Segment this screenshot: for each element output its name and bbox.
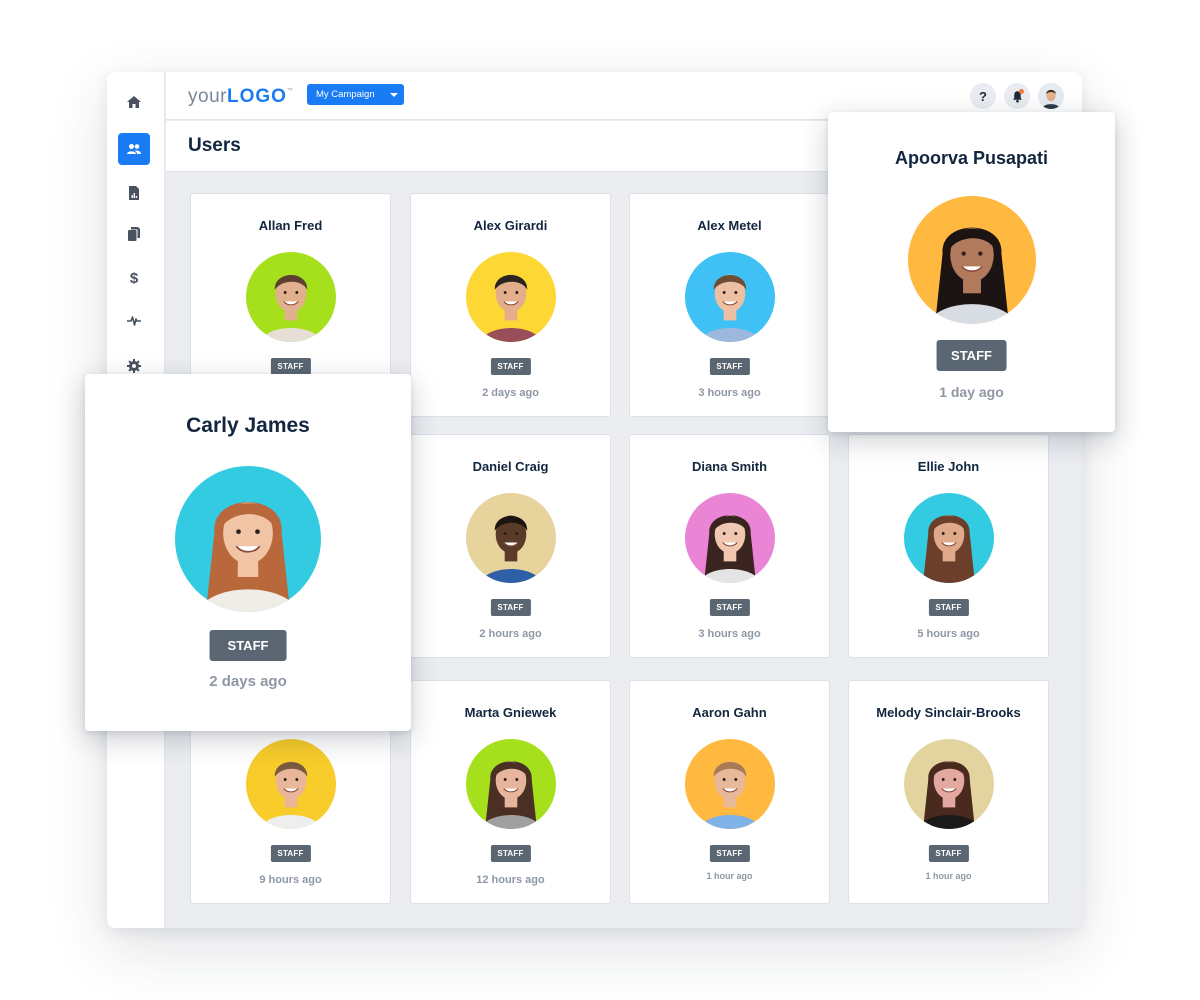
- role-badge: STAFF: [270, 358, 311, 375]
- user-avatar: [245, 739, 336, 829]
- role-badge: STAFF: [270, 845, 311, 862]
- sidebar-item-home[interactable]: [118, 86, 150, 118]
- user-name: Carly James: [186, 414, 310, 437]
- user-name: Alex Metel: [697, 218, 762, 233]
- portrait: [245, 252, 336, 342]
- user-card[interactable]: Daniel Craig STAFF 2 hours ago: [410, 434, 611, 658]
- role-badge: STAFF: [936, 340, 1007, 371]
- last-seen: 1 day ago: [939, 384, 1004, 400]
- role-badge: STAFF: [928, 845, 969, 862]
- svg-text:$: $: [130, 270, 139, 285]
- portrait: [175, 466, 321, 612]
- user-avatar: [684, 739, 775, 829]
- user-avatar: [465, 739, 556, 829]
- dollar-icon: $: [130, 270, 139, 285]
- user-card[interactable]: Ellie John STAFF 5 hours ago: [848, 434, 1049, 658]
- role-badge: STAFF: [490, 599, 531, 616]
- last-seen: 9 hours ago: [259, 874, 322, 886]
- sidebar-item-documents[interactable]: [118, 218, 150, 250]
- gear-icon: [127, 359, 141, 373]
- campaign-select[interactable]: My Campaign: [307, 84, 404, 105]
- portrait: [465, 252, 556, 342]
- chevron-down-icon: [390, 93, 398, 97]
- user-card[interactable]: Diana Smith STAFF 3 hours ago: [629, 434, 830, 658]
- user-avatar: [684, 493, 775, 583]
- user-name: Allan Fred: [258, 218, 323, 233]
- portrait: [907, 196, 1036, 324]
- page-title: Users: [188, 135, 241, 156]
- user-name: Apoorva Pusapati: [894, 148, 1049, 168]
- last-seen: 1 hour ago: [925, 871, 972, 881]
- user-avatar: [465, 252, 556, 342]
- portrait: [684, 493, 775, 583]
- role-badge: STAFF: [928, 599, 969, 616]
- user-name: Daniel Craig: [472, 459, 549, 474]
- role-badge: STAFF: [709, 845, 750, 862]
- portrait: [684, 252, 775, 342]
- logo[interactable]: yourLOGO™: [188, 86, 293, 108]
- last-seen: 3 hours ago: [698, 628, 761, 640]
- role-badge: STAFF: [709, 358, 750, 375]
- user-name: Ellie John: [917, 459, 980, 474]
- last-seen: 5 hours ago: [917, 628, 980, 640]
- user-card[interactable]: Marta Gniewek STAFF 12 hours ago: [410, 680, 611, 904]
- user-card[interactable]: Aaron Gahn STAFF 1 hour ago: [629, 680, 830, 904]
- portrait: [465, 739, 556, 829]
- last-seen: 1 hour ago: [706, 871, 753, 881]
- role-badge: STAFF: [490, 845, 531, 862]
- portrait: [684, 739, 775, 829]
- sidebar-item-reports[interactable]: [118, 177, 150, 209]
- user-avatar-button[interactable]: [1038, 83, 1064, 109]
- portrait: [903, 493, 994, 583]
- notification-dot: [1019, 89, 1024, 94]
- user-name: Aaron Gahn: [692, 705, 767, 720]
- user-avatar: [903, 493, 994, 583]
- home-icon: [127, 96, 141, 108]
- logo-trademark: ™: [286, 88, 294, 94]
- sidebar-item-activity[interactable]: [118, 304, 150, 336]
- user-avatar: [903, 739, 994, 829]
- user-avatar: [175, 466, 321, 612]
- sidebar-item-users[interactable]: [118, 133, 150, 165]
- question-icon: ?: [979, 88, 987, 104]
- user-name: Diana Smith: [691, 459, 768, 474]
- last-seen: 3 hours ago: [698, 387, 761, 399]
- last-seen: 2 days ago: [482, 387, 539, 399]
- portrait: [465, 493, 556, 583]
- sidebar-item-billing[interactable]: $: [118, 261, 150, 293]
- portrait: [245, 739, 336, 829]
- copy-documents-icon: [128, 227, 140, 241]
- user-card[interactable]: Alex Girardi STAFF 2 days ago: [410, 193, 611, 417]
- pulse-icon: [127, 316, 141, 326]
- role-badge: STAFF: [490, 358, 531, 375]
- user-avatar: [907, 196, 1036, 324]
- user-card-popup-carly[interactable]: Carly James STAFF 2 days ago: [85, 374, 411, 731]
- role-badge: STAFF: [209, 630, 287, 661]
- campaign-select-value: My Campaign: [316, 89, 375, 100]
- user-card-popup-apoorva[interactable]: Apoorva Pusapati STAFF 1 day ago: [828, 112, 1115, 432]
- last-seen: 2 hours ago: [479, 628, 542, 640]
- logo-brand: LOGO: [226, 86, 287, 107]
- user-name: Alex Girardi: [473, 218, 548, 233]
- help-button[interactable]: ?: [970, 83, 996, 109]
- last-seen: 2 days ago: [209, 673, 287, 690]
- user-card[interactable]: Melody Sinclair-Brooks STAFF 1 hour ago: [848, 680, 1049, 904]
- logo-prefix: your: [188, 86, 227, 107]
- user-avatar: [465, 493, 556, 583]
- role-badge: STAFF: [709, 599, 750, 616]
- users-icon: [127, 144, 141, 154]
- last-seen: 12 hours ago: [476, 874, 545, 886]
- user-name: Melody Sinclair-Brooks: [876, 705, 1021, 720]
- report-chart-icon: [129, 186, 139, 200]
- user-card[interactable]: Alex Metel STAFF 3 hours ago: [629, 193, 830, 417]
- user-name: Marta Gniewek: [464, 705, 557, 720]
- user-avatar: [245, 252, 336, 342]
- user-avatar: [684, 252, 775, 342]
- portrait: [903, 739, 994, 829]
- notifications-button[interactable]: [1004, 83, 1030, 109]
- user-avatar-photo: [1038, 83, 1064, 109]
